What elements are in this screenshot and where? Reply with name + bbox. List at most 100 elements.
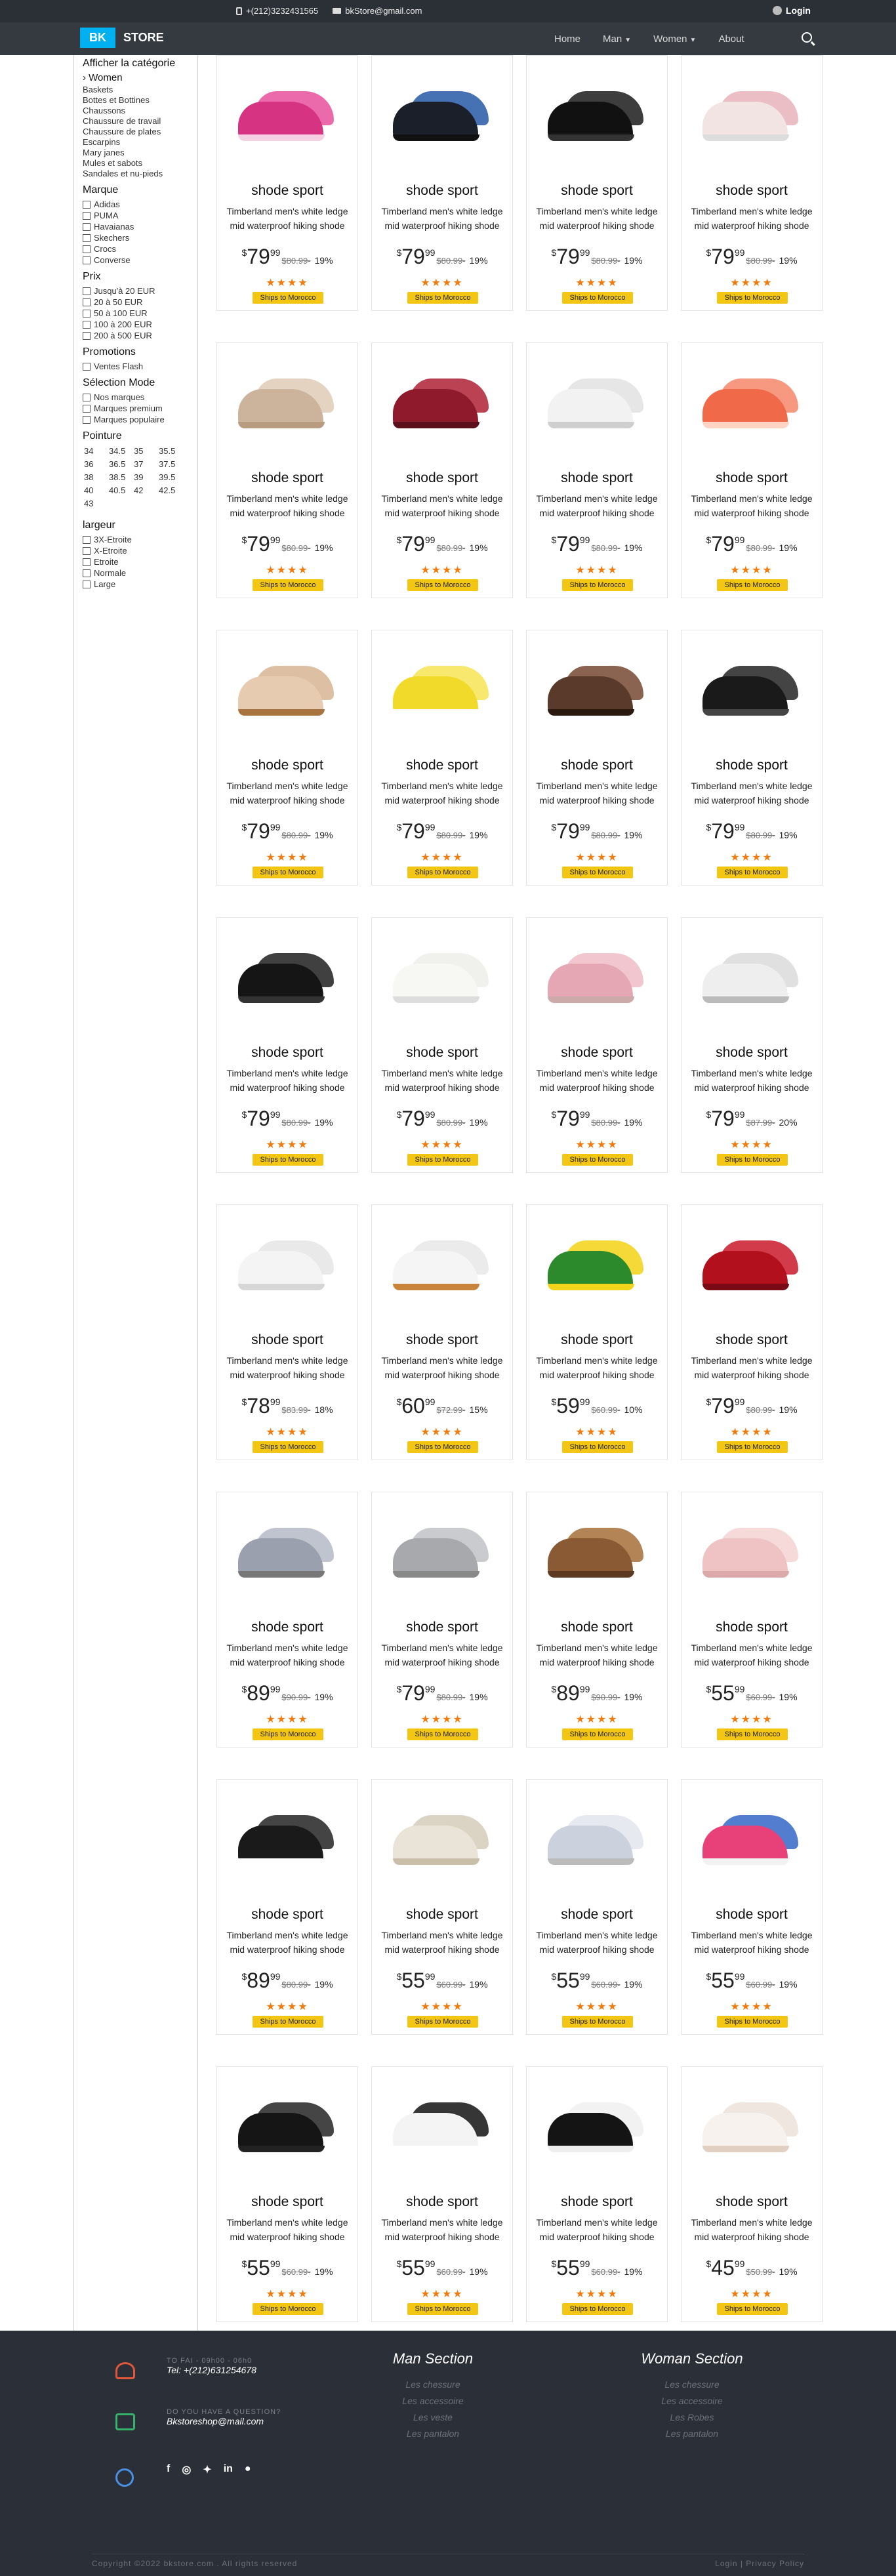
product-card[interactable]: shode sport Timberland men's white ledge …: [216, 917, 358, 1173]
largeur-option[interactable]: X-Etroite: [83, 545, 197, 556]
checkbox[interactable]: [83, 331, 91, 340]
size-option[interactable]: 37: [134, 458, 159, 471]
product-card[interactable]: shode sport Timberland men's white ledge …: [681, 1779, 823, 2035]
product-card[interactable]: shode sport Timberland men's white ledge …: [371, 2066, 513, 2322]
product-card[interactable]: shode sport Timberland men's white ledge …: [216, 2066, 358, 2322]
product-title[interactable]: shode sport: [682, 758, 822, 773]
product-title[interactable]: shode sport: [372, 1332, 512, 1348]
product-card[interactable]: shode sport Timberland men's white ledge …: [371, 55, 513, 311]
checkbox[interactable]: [83, 404, 91, 413]
man-section-link[interactable]: Les accessoire: [387, 2393, 479, 2409]
product-card[interactable]: shode sport Timberland men's white ledge …: [216, 1779, 358, 2035]
product-card[interactable]: shode sport Timberland men's white ledge …: [681, 1492, 823, 1748]
size-option[interactable]: 34: [84, 445, 109, 458]
checkbox[interactable]: [83, 535, 91, 544]
man-section-link[interactable]: Les pantalon: [387, 2426, 479, 2442]
product-title[interactable]: shode sport: [217, 1332, 357, 1348]
product-title[interactable]: shode sport: [527, 1907, 667, 1923]
product-image[interactable]: [384, 1784, 502, 1895]
category-link[interactable]: Mules et sabots: [83, 158, 197, 169]
nav-man[interactable]: Man ▼: [603, 33, 631, 45]
size-option[interactable]: 40.5: [109, 484, 134, 497]
prix-option[interactable]: Jusqu'à 20 EUR: [83, 285, 197, 296]
nav-women[interactable]: Women ▼: [653, 33, 696, 45]
product-title[interactable]: shode sport: [217, 470, 357, 486]
product-card[interactable]: shode sport Timberland men's white ledge …: [371, 1492, 513, 1748]
product-image[interactable]: [229, 1496, 347, 1608]
size-option[interactable]: 42.5: [159, 484, 184, 497]
product-image[interactable]: [693, 347, 811, 459]
product-title[interactable]: shode sport: [372, 183, 512, 199]
product-title[interactable]: shode sport: [527, 2194, 667, 2210]
current-category[interactable]: › Women: [83, 72, 197, 83]
largeur-option[interactable]: Etroite: [83, 556, 197, 567]
product-card[interactable]: shode sport Timberland men's white ledge …: [371, 1779, 513, 2035]
search-icon[interactable]: [802, 32, 812, 43]
size-option[interactable]: 42: [134, 484, 159, 497]
product-card[interactable]: shode sport Timberland men's white ledge …: [526, 1492, 668, 1748]
product-title[interactable]: shode sport: [217, 1045, 357, 1061]
man-section-link[interactable]: Les veste: [387, 2409, 479, 2426]
product-image[interactable]: [539, 1209, 657, 1320]
product-title[interactable]: shode sport: [682, 470, 822, 486]
largeur-option[interactable]: Normale: [83, 567, 197, 579]
product-card[interactable]: shode sport Timberland men's white ledge …: [526, 1779, 668, 2035]
size-option[interactable]: 39: [134, 471, 159, 484]
product-image[interactable]: [539, 2071, 657, 2182]
checkbox[interactable]: [83, 298, 91, 306]
marque-option[interactable]: PUMA: [83, 210, 197, 221]
category-link[interactable]: Bottes et Bottines: [83, 95, 197, 106]
size-option[interactable]: 35.5: [159, 445, 184, 458]
size-option[interactable]: 39.5: [159, 471, 184, 484]
product-title[interactable]: shode sport: [682, 1045, 822, 1061]
product-title[interactable]: shode sport: [527, 1620, 667, 1635]
product-card[interactable]: shode sport Timberland men's white ledge …: [526, 55, 668, 311]
product-card[interactable]: shode sport Timberland men's white ledge …: [681, 55, 823, 311]
size-option[interactable]: 34.5: [109, 445, 134, 458]
product-title[interactable]: shode sport: [372, 1045, 512, 1061]
product-title[interactable]: shode sport: [217, 2194, 357, 2210]
product-image[interactable]: [539, 60, 657, 171]
product-title[interactable]: shode sport: [527, 758, 667, 773]
woman-section-link[interactable]: Les Robes: [636, 2409, 748, 2426]
category-link[interactable]: Chaussons: [83, 106, 197, 116]
product-title[interactable]: shode sport: [682, 1907, 822, 1923]
product-title[interactable]: shode sport: [527, 183, 667, 199]
largeur-option[interactable]: Large: [83, 579, 197, 590]
login-link[interactable]: Login: [772, 5, 811, 16]
product-image[interactable]: [384, 922, 502, 1033]
product-title[interactable]: shode sport: [372, 1907, 512, 1923]
product-image[interactable]: [539, 922, 657, 1033]
top-email[interactable]: bkStore@gmail.com: [333, 6, 422, 16]
category-link[interactable]: Sandales et nu-pieds: [83, 169, 197, 179]
linkedin-icon[interactable]: in: [224, 2463, 233, 2476]
woman-section-link[interactable]: Les pantalon: [636, 2426, 748, 2442]
mode-option[interactable]: Marques premium: [83, 403, 197, 414]
product-image[interactable]: [229, 347, 347, 459]
size-option[interactable]: 40: [84, 484, 109, 497]
checkbox[interactable]: [83, 558, 91, 566]
size-option[interactable]: 37.5: [159, 458, 184, 471]
size-option[interactable]: 38.5: [109, 471, 134, 484]
product-title[interactable]: shode sport: [682, 1620, 822, 1635]
mail-value[interactable]: Bkstoreshop@mail.com: [167, 2416, 281, 2426]
checkbox[interactable]: [83, 569, 91, 577]
product-title[interactable]: shode sport: [527, 1045, 667, 1061]
product-image[interactable]: [693, 1784, 811, 1895]
product-card[interactable]: shode sport Timberland men's white ledge …: [371, 630, 513, 886]
marque-option[interactable]: Havaianas: [83, 221, 197, 232]
category-link[interactable]: Chaussure de travail: [83, 116, 197, 127]
product-card[interactable]: shode sport Timberland men's white ledge …: [681, 342, 823, 598]
product-card[interactable]: shode sport Timberland men's white ledge …: [216, 1492, 358, 1748]
size-option[interactable]: 36.5: [109, 458, 134, 471]
prix-option[interactable]: 100 à 200 EUR: [83, 319, 197, 330]
largeur-option[interactable]: 3X-Etroite: [83, 534, 197, 545]
product-title[interactable]: shode sport: [217, 1907, 357, 1923]
brand-logo[interactable]: BK STORE: [80, 28, 164, 48]
category-link[interactable]: Mary janes: [83, 148, 197, 158]
product-image[interactable]: [384, 347, 502, 459]
product-image[interactable]: [384, 634, 502, 746]
checkbox[interactable]: [83, 362, 91, 371]
product-card[interactable]: shode sport Timberland men's white ledge …: [681, 2066, 823, 2322]
woman-section-link[interactable]: Les accessoire: [636, 2393, 748, 2409]
